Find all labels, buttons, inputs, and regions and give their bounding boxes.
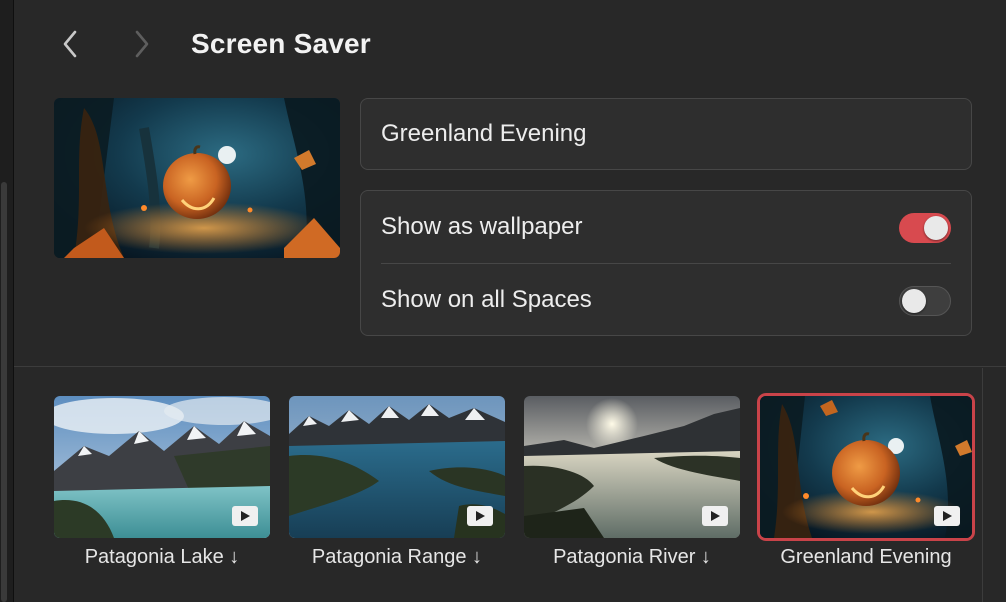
show-as-wallpaper-label: Show as wallpaper	[381, 213, 583, 240]
section-divider	[14, 366, 1006, 367]
thumbnail-label: Patagonia Lake ↓	[84, 546, 240, 568]
show-on-all-spaces-row: Show on all Spaces	[361, 264, 971, 336]
video-badge	[467, 506, 493, 526]
thumbnail-label: Patagonia River ↓	[553, 546, 711, 568]
play-icon	[943, 511, 952, 521]
forward-button[interactable]	[124, 26, 160, 62]
show-on-all-spaces-label: Show on all Spaces	[381, 286, 592, 313]
page-title: Screen Saver	[191, 28, 371, 59]
screen-saver-name-field[interactable]: Greenland Evening	[360, 98, 972, 170]
play-icon	[711, 511, 720, 521]
screen-saver-thumbnail-patagonia-lake[interactable]	[54, 396, 270, 538]
thumbnail-label: Greenland Evening	[780, 546, 952, 568]
play-icon	[476, 511, 485, 521]
show-as-wallpaper-toggle[interactable]	[899, 213, 951, 243]
screen-saver-preview	[54, 98, 340, 258]
wallpaper-settings-group: Show as wallpaper Show on all Spaces	[360, 190, 972, 336]
show-as-wallpaper-row: Show as wallpaper	[361, 191, 971, 263]
back-button[interactable]	[52, 26, 88, 62]
video-badge	[702, 506, 728, 526]
play-icon	[241, 511, 250, 521]
screen-saver-thumbnail-patagonia-river[interactable]	[524, 396, 740, 538]
screen-saver-pane: Screen Saver Greenland Evening Show as w…	[0, 0, 1006, 602]
video-badge	[232, 506, 258, 526]
toggle-knob	[924, 216, 948, 240]
chevron-left-icon	[63, 30, 77, 58]
toggle-knob	[902, 289, 926, 313]
video-badge	[934, 506, 960, 526]
gallery-scrollbar-track	[982, 368, 983, 602]
thumbnail-label: Patagonia Range ↓	[311, 546, 483, 568]
chevron-right-icon	[135, 30, 149, 58]
show-on-all-spaces-toggle[interactable]	[899, 286, 951, 316]
screen-saver-name-value: Greenland Evening	[381, 120, 587, 147]
screen-saver-thumbnail-patagonia-range[interactable]	[289, 396, 505, 538]
screen-saver-thumbnail-greenland-evening[interactable]	[757, 393, 975, 541]
sidebar-scrollbar[interactable]	[1, 182, 7, 602]
